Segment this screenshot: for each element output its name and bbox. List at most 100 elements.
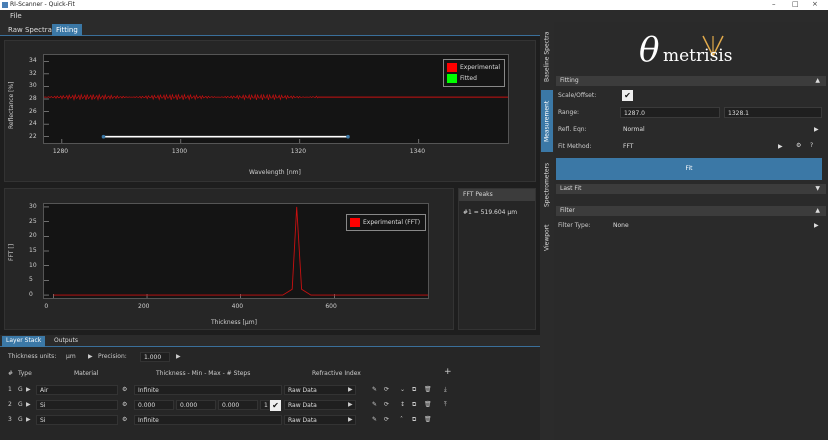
layer-row-2[interactable]: 2 G ▶ Si ⚙ 0.000 0.000 0.000 1 ✔ Raw Dat… xyxy=(0,399,540,411)
layer-stack-panel: Layer Stack Outputs Thickness units: µm … xyxy=(0,335,540,440)
thickness-field[interactable]: Infinite xyxy=(134,385,282,395)
range-max-input[interactable]: 1328.1 xyxy=(724,107,822,118)
delete-icon[interactable]: 🗑 xyxy=(424,386,432,393)
fft-y-tick: 10 xyxy=(29,261,37,269)
close-button[interactable]: × xyxy=(812,0,818,8)
tab-measurement[interactable]: Measurement xyxy=(541,90,553,152)
fit-button[interactable]: Fit xyxy=(556,158,822,180)
gear-icon[interactable]: ⚙ xyxy=(796,142,801,149)
app-icon xyxy=(2,2,8,8)
move-updown-icon[interactable]: ↕ xyxy=(400,401,405,408)
type-arrow-icon: ▶ xyxy=(26,401,31,408)
fft-plot-area[interactable]: Experimental (FFT) xyxy=(43,203,429,299)
filter-type-row: Filter Type: None ▶ xyxy=(556,219,826,232)
edit-icon[interactable]: ✎ xyxy=(372,416,377,423)
layer-table-header: # Type Material Thickness - Min - Max - … xyxy=(0,367,540,380)
col-num: # xyxy=(8,370,14,377)
layer-type[interactable]: G xyxy=(18,416,23,423)
thickness-min-field[interactable]: 0.000 xyxy=(176,400,216,410)
export-icon[interactable]: ⤒ xyxy=(444,401,447,409)
spectrum-x-tick: 1340 xyxy=(409,148,426,155)
import-icon[interactable]: ⤓ xyxy=(444,386,447,394)
maximize-button[interactable]: □ xyxy=(792,0,799,8)
fft-x-tick: 400 xyxy=(231,303,244,310)
delete-icon[interactable]: 🗑 xyxy=(424,401,432,408)
copy-icon[interactable]: ⧉ xyxy=(412,401,416,409)
refl-eq-select[interactable]: Normal xyxy=(620,124,822,135)
filter-type-select[interactable]: None xyxy=(610,220,810,231)
fft-y-axis-label: FFT [] xyxy=(8,243,15,261)
thickness-max-field[interactable]: 0.000 xyxy=(218,400,258,410)
filter-section-header[interactable]: Filter ▲ xyxy=(556,206,826,216)
refractive-index-select[interactable]: Raw Data xyxy=(284,400,356,410)
refresh-icon[interactable]: ⟳ xyxy=(384,386,389,393)
fft-peaks-panel: FFT Peaks #1 = 519.604 µm xyxy=(458,188,536,330)
spectrum-x-axis-label: Wavelength [nm] xyxy=(249,169,301,176)
spectrum-legend: Experimental Fitted xyxy=(443,59,505,87)
thickness-units-label: Thickness units: xyxy=(8,353,57,360)
fit-method-arrow-icon[interactable]: ▶ xyxy=(778,143,783,150)
thickness-field[interactable]: Infinite xyxy=(134,415,282,425)
material-field[interactable]: Si xyxy=(36,415,118,425)
copy-icon[interactable]: ⧉ xyxy=(412,416,416,424)
fit-method-select[interactable]: FFT xyxy=(620,141,770,152)
refractive-index-select[interactable]: Raw Data xyxy=(284,415,356,425)
add-layer-icon[interactable]: + xyxy=(444,367,452,377)
tab-viewport[interactable]: Viewport xyxy=(541,218,553,258)
edit-icon[interactable]: ✎ xyxy=(372,386,377,393)
precision-input[interactable]: 1.000 xyxy=(140,352,170,362)
copy-icon[interactable]: ⧉ xyxy=(412,386,416,394)
gear-icon[interactable]: ⚙ xyxy=(122,416,127,423)
help-icon[interactable]: ? xyxy=(810,142,813,149)
range-min-input[interactable]: 1287.0 xyxy=(620,107,720,118)
tab-fitting[interactable]: Fitting xyxy=(52,24,82,36)
refresh-icon[interactable]: ⟳ xyxy=(384,401,389,408)
thickness-units-select[interactable]: µm xyxy=(66,353,76,360)
scale-offset-checkbox[interactable]: ✔ xyxy=(622,90,633,101)
thickness-field[interactable]: 0.000 xyxy=(134,400,174,410)
layer-type[interactable]: G xyxy=(18,386,23,393)
tab-raw-spectra[interactable]: Raw Spectra xyxy=(4,24,56,36)
fft-y-tick: 20 xyxy=(29,232,37,240)
filter-type-arrow-icon: ▶ xyxy=(814,222,819,229)
fitting-section-header[interactable]: Fitting ▲ xyxy=(556,76,826,86)
ri-arrow-icon: ▶ xyxy=(348,401,353,408)
tab-outputs[interactable]: Outputs xyxy=(50,336,82,347)
right-panel: θ metrisis Fitting ▲ Scale/Offset: ✔ Rang… xyxy=(554,22,828,440)
tab-layer-stack[interactable]: Layer Stack xyxy=(2,336,46,347)
material-field[interactable]: Air xyxy=(36,385,118,395)
spectrum-plot-panel: Experimental Fitted 22 24 26 28 30 32 34 1280 13… xyxy=(4,40,536,182)
type-arrow-icon: ▶ xyxy=(26,386,31,393)
refractive-index-select[interactable]: Raw Data xyxy=(284,385,356,395)
layer-type[interactable]: G xyxy=(18,401,23,408)
refresh-icon[interactable]: ⟳ xyxy=(384,416,389,423)
tab-baseline-spectra[interactable]: Baseline Spectra xyxy=(541,28,553,86)
spectrum-y-tick: 28 xyxy=(29,95,37,102)
precision-label: Precision: xyxy=(98,353,127,360)
gear-icon[interactable]: ⚙ xyxy=(122,401,127,408)
material-field[interactable]: Si xyxy=(36,400,118,410)
scale-offset-row: Scale/Offset: ✔ xyxy=(556,89,826,102)
fit-range-start-handle xyxy=(101,134,106,139)
tab-spectrometers[interactable]: Spectrometers xyxy=(541,156,553,214)
type-arrow-icon: ▶ xyxy=(26,416,31,423)
fft-x-tick: 600 xyxy=(325,303,337,310)
ri-arrow-icon: ▶ xyxy=(348,386,353,393)
fit-thickness-checkbox[interactable]: ✔ xyxy=(270,400,281,411)
menu-file[interactable]: File xyxy=(10,12,22,20)
layer-row-1[interactable]: 1 G ▶ Air ⚙ Infinite Raw Data ▶ ✎ ⟳ ⌄ ⧉ … xyxy=(0,384,540,396)
move-up-icon[interactable]: ˄ xyxy=(400,416,403,423)
fft-peak-value: #1 = 519.604 µm xyxy=(463,209,518,216)
layer-row-3[interactable]: 3 G ▶ Si ⚙ Infinite Raw Data ▶ ✎ ⟳ ˄ ⧉ 🗑 xyxy=(0,414,540,426)
last-fit-section-header[interactable]: Last Fit ▼ xyxy=(556,184,826,194)
move-down-icon[interactable]: ⌄ xyxy=(400,386,405,393)
precision-arrow-icon: ▶ xyxy=(176,353,181,360)
minimize-button[interactable]: – xyxy=(772,0,776,8)
fft-y-tick: 5 xyxy=(29,276,33,284)
edit-icon[interactable]: ✎ xyxy=(372,401,377,408)
spectrum-plot-area[interactable]: Experimental Fitted xyxy=(43,54,509,144)
steps-field[interactable]: 1 xyxy=(260,400,270,410)
fit-method-label: Fit Method: xyxy=(558,143,592,150)
gear-icon[interactable]: ⚙ xyxy=(122,386,127,393)
delete-icon[interactable]: 🗑 xyxy=(424,416,432,423)
